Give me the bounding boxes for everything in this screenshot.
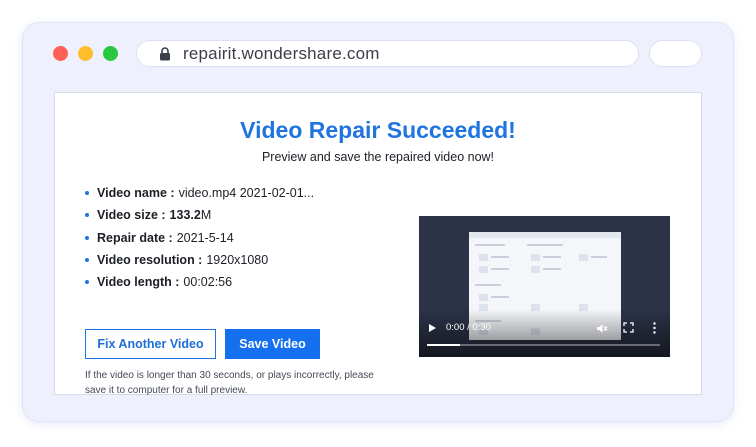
video-size-value: 133.2: [169, 208, 201, 223]
play-icon[interactable]: [429, 324, 436, 332]
repair-result-card: Video Repair Succeeded! Preview and save…: [54, 92, 702, 396]
video-info-list: Video name : video.mp4 2021-02-01... Vid…: [85, 182, 314, 293]
save-video-button[interactable]: Save Video: [225, 329, 320, 359]
minimize-window-dot[interactable]: [78, 46, 93, 61]
list-item: Video resolution : 1920x1080: [85, 249, 314, 271]
video-progress-fill: [427, 344, 460, 346]
video-name-label: Video name :: [97, 186, 175, 201]
repair-date-label: Repair date :: [97, 230, 173, 245]
bullet-icon: [85, 191, 89, 196]
video-length-label: Video length :: [97, 275, 180, 290]
video-size-unit: M: [200, 208, 212, 223]
video-time: 0:00 / 0:30: [446, 322, 491, 333]
video-length-value: 00:02:56: [183, 275, 233, 290]
video-resolution-label: Video resolution :: [97, 253, 203, 268]
bullet-icon: [85, 280, 89, 285]
bullet-icon: [85, 213, 89, 218]
video-size-label: Video size :: [97, 208, 166, 223]
fullscreen-icon[interactable]: [623, 322, 634, 333]
maximize-window-dot[interactable]: [103, 46, 118, 61]
list-item: Video length : 00:02:56: [85, 271, 314, 293]
mute-icon[interactable]: [596, 323, 608, 334]
browser-window: repairit.wondershare.com Video Repair Su…: [23, 23, 733, 421]
page-subtitle: Preview and save the repaired video now!: [261, 150, 495, 164]
video-player[interactable]: 0:00 / 0:30: [419, 216, 670, 357]
more-options-icon[interactable]: [653, 322, 656, 334]
list-item: Repair date : 2021-5-14: [85, 227, 314, 249]
close-window-dot[interactable]: [53, 46, 68, 61]
video-name-value: video.mp4 2021-02-01...: [178, 186, 315, 201]
video-resolution-value: 1920x1080: [206, 253, 269, 268]
lock-icon: [160, 46, 170, 60]
bullet-icon: [85, 235, 89, 240]
url-text: repairit.wondershare.com: [183, 43, 380, 63]
bullet-icon: [85, 258, 89, 263]
page-title: Video Repair Succeeded!: [240, 117, 516, 143]
list-item: Video name : video.mp4 2021-02-01...: [85, 182, 314, 204]
fix-another-video-button[interactable]: Fix Another Video: [85, 329, 216, 359]
video-progress-bar[interactable]: [427, 344, 660, 346]
preview-note: If the video is longer than 30 seconds, …: [85, 370, 374, 396]
repair-date-value: 2021-5-14: [176, 230, 234, 245]
browser-extra-button[interactable]: [649, 40, 702, 67]
address-bar[interactable]: repairit.wondershare.com: [136, 40, 639, 67]
list-item: Video size : 133.2 M: [85, 204, 314, 226]
